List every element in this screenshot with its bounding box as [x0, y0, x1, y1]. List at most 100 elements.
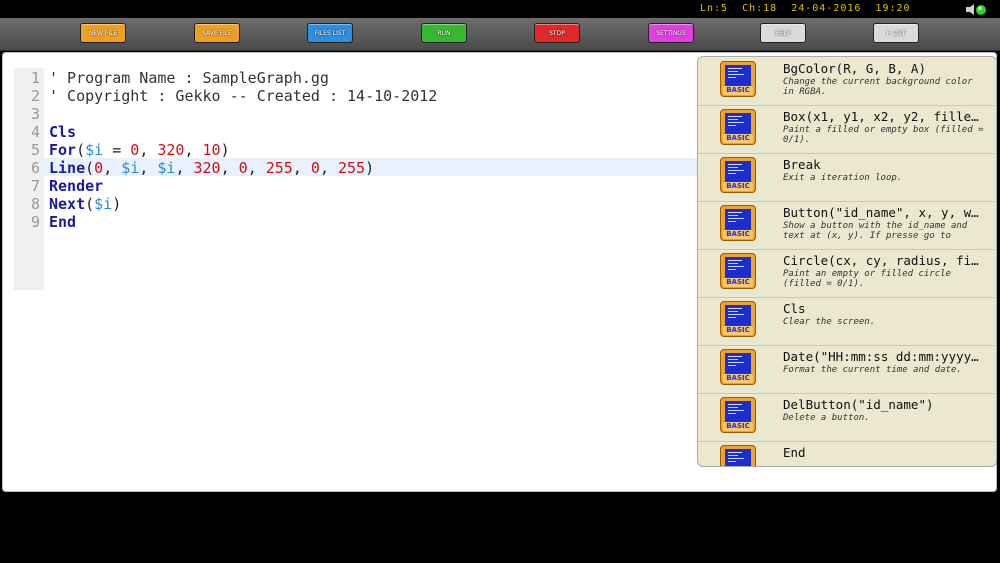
code-line[interactable]: End — [49, 213, 76, 231]
line-number: 2 — [30, 87, 40, 105]
code-number: 0 — [238, 159, 248, 177]
icon-label: BASIC — [723, 278, 753, 287]
function-description: Paint an empty or filled circle (filled … — [783, 269, 951, 289]
function-list-item[interactable]: BASIC Circle(cx, cy, radius, fi… Paint an … — [698, 249, 996, 298]
toolbar-button-f-list[interactable]: F. LIST — [873, 23, 919, 43]
speaker-icon[interactable] — [965, 3, 987, 16]
code-number: 320 — [193, 159, 221, 177]
line-number: 9 — [30, 213, 40, 231]
code-text: ( — [85, 159, 95, 177]
code-line[interactable]: Cls — [49, 123, 76, 141]
function-list-panel[interactable]: BASIC BgColor(R, G, B, A) Change the curre… — [697, 56, 997, 467]
code-number: 320 — [157, 141, 185, 159]
function-description: Show a button with the id_name and text … — [783, 221, 968, 241]
function-signature: Circle(cx, cy, radius, fi… — [783, 253, 979, 268]
code-variable: $i — [94, 195, 113, 213]
code-line[interactable]: ' Copyright : Gekko -- Created : 14-10-2… — [49, 87, 437, 105]
line-number: 4 — [30, 123, 40, 141]
code-line[interactable]: ' Program Name : SampleGraph.gg — [49, 69, 329, 87]
basic-file-icon: BASIC — [720, 301, 756, 337]
basic-file-icon: BASIC — [720, 349, 756, 385]
line-number: 1 — [30, 69, 40, 87]
function-signature: Break — [783, 157, 821, 172]
code-keyword: For — [49, 141, 77, 159]
code-number: 255 — [338, 159, 366, 177]
code-keyword: Next — [49, 195, 86, 213]
basic-file-icon: BASIC — [720, 61, 756, 97]
code-text: , — [175, 159, 194, 177]
code-text: ( — [85, 195, 95, 213]
code-comment: ' Program Name : SampleGraph.gg — [49, 69, 329, 87]
function-description: Clear the screen. — [783, 317, 876, 327]
function-list-item[interactable]: BASIC Button("id_name", x, y, w… Show a bu… — [698, 201, 996, 250]
line-number: 8 — [30, 195, 40, 213]
code-keyword: Line — [49, 159, 86, 177]
code-number: 255 — [265, 159, 293, 177]
code-line[interactable]: Render — [49, 177, 103, 195]
line-number: 5 — [30, 141, 40, 159]
date-display: 24-04-2016 — [791, 3, 862, 14]
function-list-item[interactable]: BASIC DelButton("id_name") Delete a button… — [698, 393, 996, 442]
toolbar-button-run[interactable]: RUN — [421, 23, 467, 43]
status-bar: Ln:5 Ch:18 24-04-2016 19:20 — [0, 0, 1000, 18]
function-signature: Button("id_name", x, y, w… — [783, 205, 979, 220]
code-text: ) — [365, 159, 375, 177]
icon-label: BASIC — [723, 182, 753, 191]
code-keyword: End — [49, 213, 77, 231]
toolbar-button-settings[interactable]: SETTINGS — [648, 23, 694, 43]
code-text: , — [139, 159, 158, 177]
code-comment: ' Copyright : Gekko -- Created : 14-10-2… — [49, 87, 438, 105]
function-description: Paint a filled or empty box (filled = 0/… — [783, 125, 984, 145]
code-variable: $i — [157, 159, 176, 177]
icon-label: BASIC — [723, 86, 753, 95]
function-list-item[interactable]: BASIC BgColor(R, G, B, A) Change the curre… — [698, 57, 996, 106]
toolbar-button-help[interactable]: HELP — [760, 23, 806, 43]
function-list-item[interactable]: BASIC End — [698, 441, 996, 466]
function-list-item[interactable]: BASIC Cls Clear the screen. — [698, 297, 996, 346]
line-number: 7 — [30, 177, 40, 195]
basic-file-icon: BASIC — [720, 253, 756, 289]
basic-file-icon: BASIC — [720, 157, 756, 193]
line-number: 6 — [30, 159, 40, 177]
icon-label: BASIC — [723, 134, 753, 143]
function-signature: Box(x1, y1, x2, y2, fille… — [783, 109, 979, 124]
code-number: 0 — [310, 159, 320, 177]
function-list-item[interactable]: BASIC Break Exit a iteration loop. — [698, 153, 996, 202]
icon-label: BASIC — [723, 326, 753, 335]
code-text: , — [220, 159, 239, 177]
icon-label: BASIC — [723, 374, 753, 383]
code-variable: $i — [121, 159, 140, 177]
function-description: Delete a button. — [783, 413, 870, 423]
basic-file-icon: BASIC — [720, 397, 756, 433]
code-line[interactable]: Line(0, $i, $i, 320, 0, 255, 0, 255) — [49, 159, 374, 177]
toolbar-button-save-file[interactable]: SAVE FILE — [194, 23, 240, 43]
code-text: = — [103, 141, 131, 159]
toolbar-button-stop[interactable]: STOP — [534, 23, 580, 43]
code-text: ) — [112, 195, 122, 213]
code-variable: $i — [85, 141, 104, 159]
code-text: , — [247, 159, 266, 177]
icon-label: BASIC — [723, 422, 753, 431]
code-line[interactable]: Next($i) — [49, 195, 121, 213]
cursor-line: Ln:5 — [700, 3, 729, 14]
toolbar-button-new-file[interactable]: NEW FILE — [80, 23, 126, 43]
code-number: 0 — [130, 141, 140, 159]
code-text: , — [292, 159, 311, 177]
line-number: 3 — [30, 105, 40, 123]
time-display: 19:20 — [875, 3, 911, 14]
function-signature: End — [783, 445, 806, 460]
function-description: Exit a iteration loop. — [783, 173, 903, 183]
function-description: Change the current background color in R… — [783, 77, 973, 97]
toolbar-button-files-list[interactable]: FILES LIST — [307, 23, 353, 43]
code-number: 0 — [94, 159, 104, 177]
basic-file-icon: BASIC — [720, 445, 756, 466]
function-signature: Date("HH:mm:ss dd:mm:yyyy… — [783, 349, 979, 364]
icon-label: BASIC — [723, 230, 753, 239]
code-text: , — [184, 141, 203, 159]
function-description: Format the current time and date. — [783, 365, 962, 375]
code-line[interactable]: For($i = 0, 320, 10) — [49, 141, 230, 159]
basic-file-icon: BASIC — [720, 205, 756, 241]
function-list-item[interactable]: BASIC Box(x1, y1, x2, y2, fille… Paint a f… — [698, 105, 996, 154]
code-keyword: Cls — [49, 123, 77, 141]
function-list-item[interactable]: BASIC Date("HH:mm:ss dd:mm:yyyy… Format th… — [698, 345, 996, 394]
